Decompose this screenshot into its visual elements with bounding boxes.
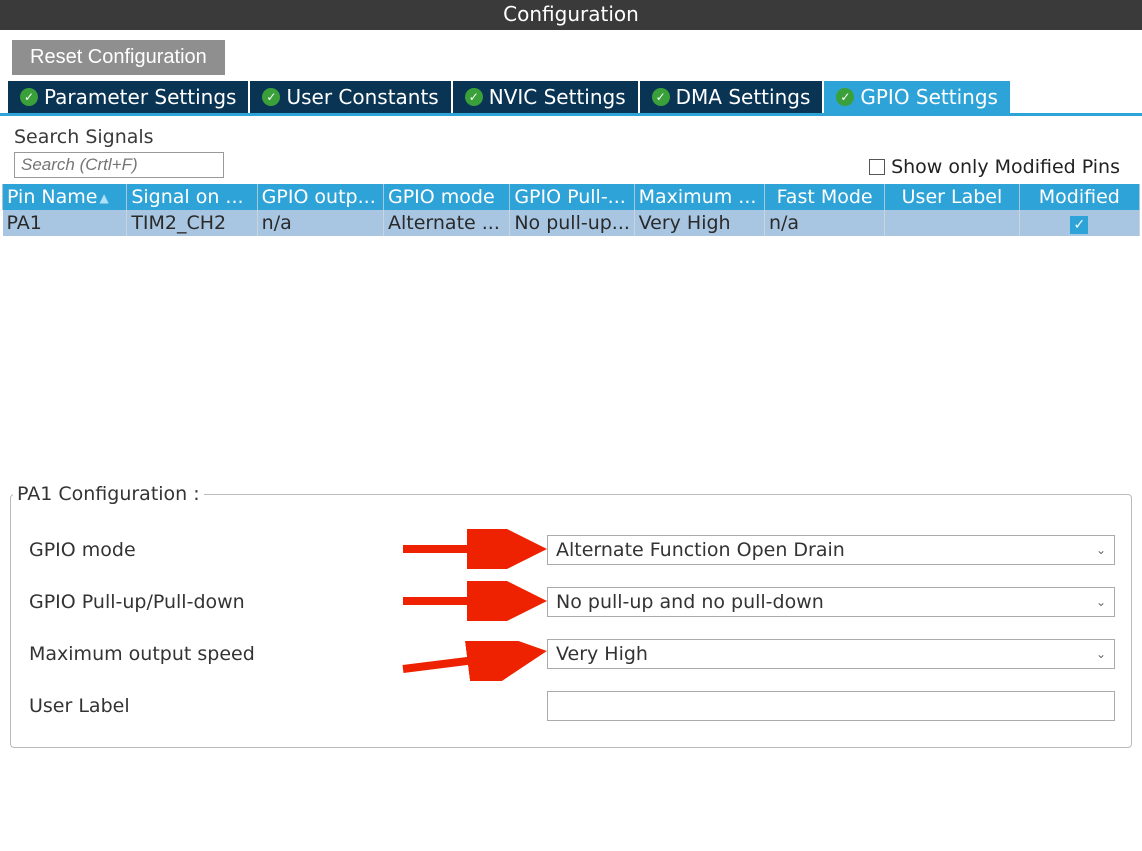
panel-title: PA1 Configuration : (13, 483, 204, 505)
cell-gpio-mode: Alternate ... (383, 210, 509, 236)
table-empty-area (0, 236, 1142, 486)
cell-max: Very High (634, 210, 764, 236)
window-title: Configuration (0, 0, 1142, 30)
cell-pin-name: PA1 (3, 210, 127, 236)
checkbox-icon (869, 159, 885, 175)
tab-label: Parameter Settings (44, 85, 236, 109)
row-gpio-pull: GPIO Pull-up/Pull-down No pull-up and no… (27, 587, 1115, 617)
cell-modified: ✓ (1019, 210, 1139, 236)
col-modified[interactable]: Modified (1019, 184, 1139, 210)
col-fast[interactable]: Fast Mode (764, 184, 884, 210)
label-gpio-mode: GPIO mode (27, 539, 547, 561)
search-signals-label: Search Signals (14, 126, 224, 148)
tab-dma-settings[interactable]: ✓ DMA Settings (640, 81, 823, 113)
tab-parameter-settings[interactable]: ✓ Parameter Settings (8, 81, 248, 113)
check-icon: ✓ (465, 88, 483, 106)
tab-nvic-settings[interactable]: ✓ NVIC Settings (453, 81, 638, 113)
search-input[interactable] (14, 152, 224, 178)
cell-gpio-pull: No pull-up... (510, 210, 634, 236)
col-gpio-pull[interactable]: GPIO Pull-... (510, 184, 634, 210)
col-gpio-mode[interactable]: GPIO mode (383, 184, 509, 210)
tab-label: User Constants (286, 85, 438, 109)
check-icon: ✓ (262, 88, 280, 106)
search-area: Search Signals Show only Modified Pins (0, 116, 1142, 184)
tab-label: GPIO Settings (860, 85, 998, 109)
cell-user-label (885, 210, 1019, 236)
select-max-speed[interactable]: Very High ⌄ (547, 639, 1115, 669)
row-max-speed: Maximum output speed Very High ⌄ (27, 639, 1115, 669)
label-user-label: User Label (27, 695, 547, 717)
tab-bar: ✓ Parameter Settings ✓ User Constants ✓ … (0, 81, 1142, 116)
reset-configuration-button[interactable]: Reset Configuration (12, 40, 225, 75)
col-user-label[interactable]: User Label (885, 184, 1019, 210)
chevron-down-icon: ⌄ (1096, 595, 1106, 609)
select-gpio-mode[interactable]: Alternate Function Open Drain ⌄ (547, 535, 1115, 565)
row-user-label: User Label (27, 691, 1115, 721)
cell-gpio-out: n/a (257, 210, 383, 236)
label-gpio-pull: GPIO Pull-up/Pull-down (27, 591, 547, 613)
check-icon: ✓ (836, 88, 854, 106)
pin-configuration-panel: PA1 Configuration : GPIO mode Alternate … (10, 494, 1132, 748)
gpio-table: Pin Name▲ Signal on ... GPIO outp... GPI… (0, 184, 1142, 236)
row-gpio-mode: GPIO mode Alternate Function Open Drain … (27, 535, 1115, 565)
col-max[interactable]: Maximum ... (634, 184, 764, 210)
checkbox-label: Show only Modified Pins (891, 156, 1120, 178)
col-gpio-out[interactable]: GPIO outp... (257, 184, 383, 210)
chevron-down-icon: ⌄ (1096, 543, 1106, 557)
table-row[interactable]: PA1 TIM2_CH2 n/a Alternate ... No pull-u… (3, 210, 1140, 236)
toolbar: Reset Configuration (0, 30, 1142, 81)
label-max-speed: Maximum output speed (27, 643, 547, 665)
select-value: No pull-up and no pull-down (556, 591, 824, 613)
cell-fast: n/a (764, 210, 884, 236)
col-signal[interactable]: Signal on ... (127, 184, 257, 210)
sort-icon: ▲ (99, 191, 108, 205)
select-value: Alternate Function Open Drain (556, 539, 845, 561)
chevron-down-icon: ⌄ (1096, 647, 1106, 661)
input-user-label[interactable] (547, 691, 1115, 721)
tab-label: DMA Settings (676, 85, 811, 109)
table-header-row: Pin Name▲ Signal on ... GPIO outp... GPI… (3, 184, 1140, 210)
check-icon: ✓ (1070, 216, 1088, 234)
tab-gpio-settings[interactable]: ✓ GPIO Settings (824, 81, 1010, 113)
show-modified-checkbox[interactable]: Show only Modified Pins (869, 156, 1128, 178)
cell-signal: TIM2_CH2 (127, 210, 257, 236)
tab-user-constants[interactable]: ✓ User Constants (250, 81, 450, 113)
select-value: Very High (556, 643, 648, 665)
check-icon: ✓ (652, 88, 670, 106)
check-icon: ✓ (20, 88, 38, 106)
col-pin-name[interactable]: Pin Name▲ (3, 184, 127, 210)
tab-label: NVIC Settings (489, 85, 626, 109)
select-gpio-pull[interactable]: No pull-up and no pull-down ⌄ (547, 587, 1115, 617)
